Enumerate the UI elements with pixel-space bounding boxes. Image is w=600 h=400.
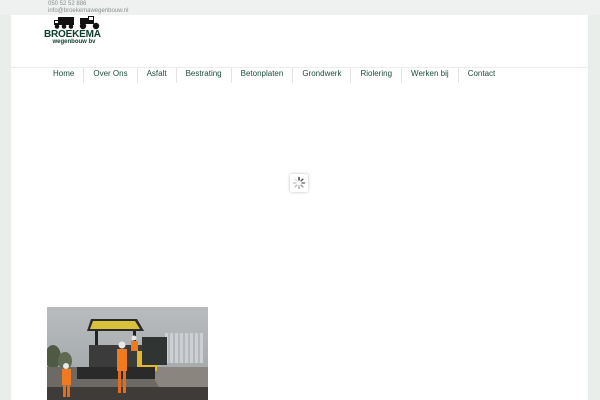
logo-tagline: wegenbouw bv xyxy=(52,39,96,45)
nav-item-asfalt[interactable]: Asfalt xyxy=(138,68,177,83)
nav-item-riolering[interactable]: Riolering xyxy=(351,68,403,83)
loading-spinner-icon xyxy=(292,176,306,190)
top-contact-bar: 050 52 52 886 info@broekemawegenbouw.nl xyxy=(0,0,600,15)
nav-item-werken-bij[interactable]: Werken bij xyxy=(402,68,459,83)
phone-number[interactable]: 050 52 52 886 xyxy=(48,1,86,8)
main-navigation: Home Over Ons Asfalt Bestrating Betonpla… xyxy=(43,67,504,83)
email-address[interactable]: info@broekemawegenbouw.nl xyxy=(48,8,128,15)
nav-item-bestrating[interactable]: Bestrating xyxy=(177,68,232,83)
loading-indicator xyxy=(290,174,308,192)
paving-crew-image xyxy=(47,307,208,400)
nav-item-grondwerk[interactable]: Grondwerk xyxy=(293,68,352,83)
nav-item-over-ons[interactable]: Over Ons xyxy=(84,68,138,83)
logo[interactable]: BROEKEMA wegenbouw bv xyxy=(44,15,104,47)
site-header: BROEKEMA wegenbouw bv xyxy=(11,15,588,67)
featured-photo-paving[interactable] xyxy=(47,307,208,400)
nav-item-contact[interactable]: Contact xyxy=(459,68,505,83)
nav-item-home[interactable]: Home xyxy=(43,68,85,83)
truck-and-roller-logo-icon xyxy=(54,16,100,30)
nav-item-betonplaten[interactable]: Betonplaten xyxy=(232,68,294,83)
page-container: BROEKEMA wegenbouw bv Home Over Ons Asfa… xyxy=(11,15,588,400)
